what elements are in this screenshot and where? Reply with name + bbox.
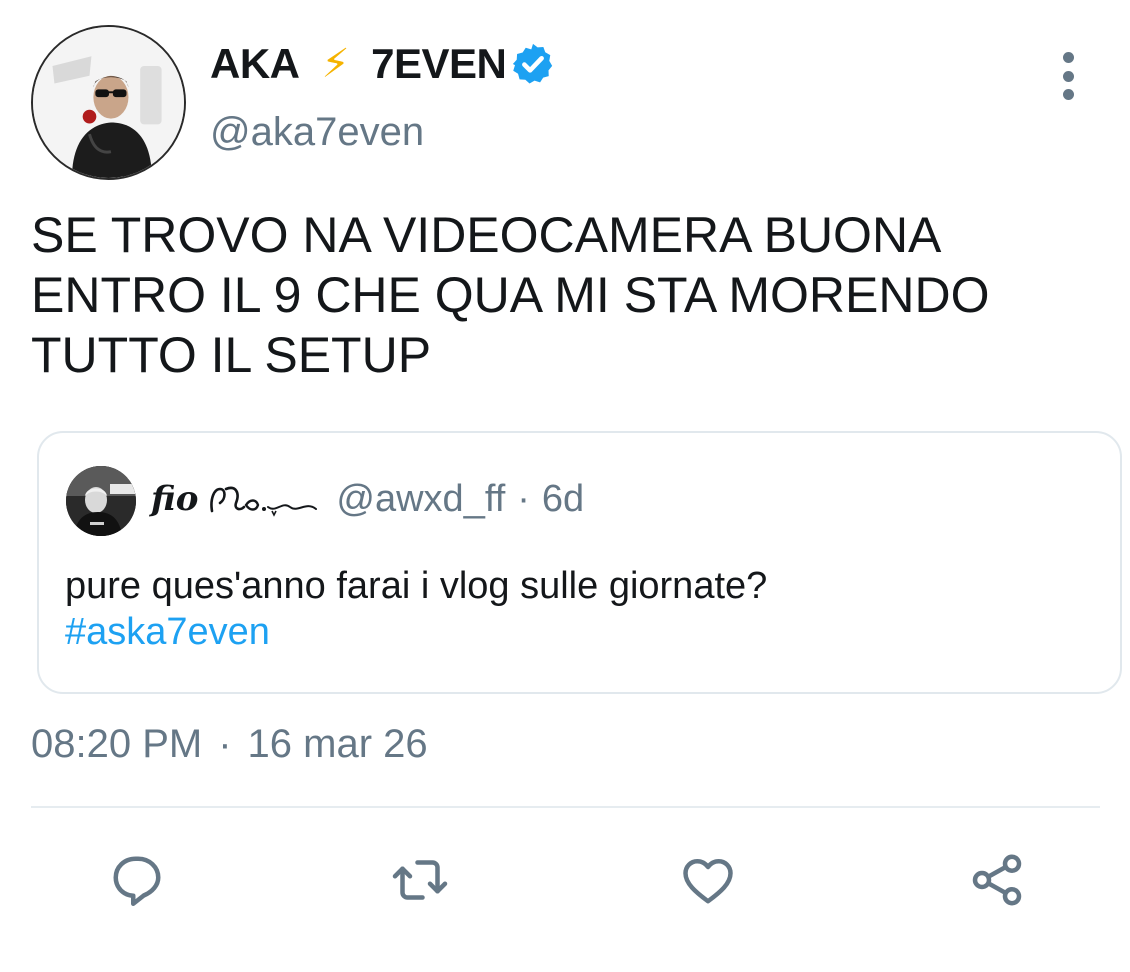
profile-photo <box>33 27 184 178</box>
author-name-part1: AKA <box>210 40 300 87</box>
retweet-button[interactable] <box>388 848 452 912</box>
separator-dot: · <box>517 477 530 520</box>
quoted-text: pure ques'anno farai i vlog sulle giorna… <box>65 565 768 607</box>
reply-button[interactable] <box>105 848 169 912</box>
tweet-timestamp[interactable]: 08:20 PM · 16 mar 26 <box>31 722 428 767</box>
menu-dot <box>1062 52 1074 63</box>
heart-icon <box>683 859 733 904</box>
menu-dot <box>1062 89 1074 100</box>
quoted-header: fio @awxd_ff · 6d <box>151 477 584 521</box>
tweet-line: SE TROVO NA VIDEOCAMERA BUONA <box>31 207 942 263</box>
lightning-emoji: ⚡ <box>321 42 350 86</box>
author-name-part2: 7EVEN <box>371 40 507 87</box>
author-avatar[interactable] <box>31 25 186 180</box>
quoted-author-name[interactable]: fio <box>151 479 198 519</box>
speech-bubble-icon <box>113 856 161 906</box>
like-button[interactable] <box>676 848 740 912</box>
tweet-line: ENTRO IL 9 CHE QUA MI STA MORENDO <box>31 267 990 323</box>
separator-dot: · <box>218 722 232 766</box>
tweet-line: TUTTO IL SETUP <box>31 327 432 383</box>
quoted-author-handle[interactable]: @awxd_ff <box>336 478 505 521</box>
hashtag-link[interactable]: #aska7even <box>65 607 270 657</box>
share-button[interactable] <box>965 848 1029 912</box>
signature-doodle-icon <box>210 486 318 517</box>
menu-dot <box>1062 70 1074 82</box>
tweet-body: SE TROVO NA VIDEOCAMERA BUONA ENTRO IL 9… <box>31 205 1111 385</box>
author-handle[interactable]: @aka7even <box>210 110 424 155</box>
profile-photo <box>66 466 136 536</box>
quoted-time[interactable]: 6d <box>542 478 584 521</box>
share-icon <box>972 854 1022 906</box>
tweet-detail: AKA ⚡ 7EVEN @aka7even SE TROVO NA VIDEOC… <box>0 0 1130 972</box>
timestamp-time: 08:20 PM <box>31 722 203 766</box>
quoted-author-avatar[interactable] <box>66 466 136 536</box>
retweet-icon <box>392 860 448 900</box>
timestamp-date: 16 mar 26 <box>247 722 428 766</box>
quoted-tweet-card[interactable]: fio @awxd_ff · 6d pure ques'anno farai i… <box>37 431 1122 694</box>
author-name[interactable]: AKA ⚡ 7EVEN <box>210 40 556 88</box>
more-options-icon[interactable] <box>1048 52 1088 100</box>
verified-badge-icon <box>510 41 556 87</box>
divider <box>31 806 1100 808</box>
